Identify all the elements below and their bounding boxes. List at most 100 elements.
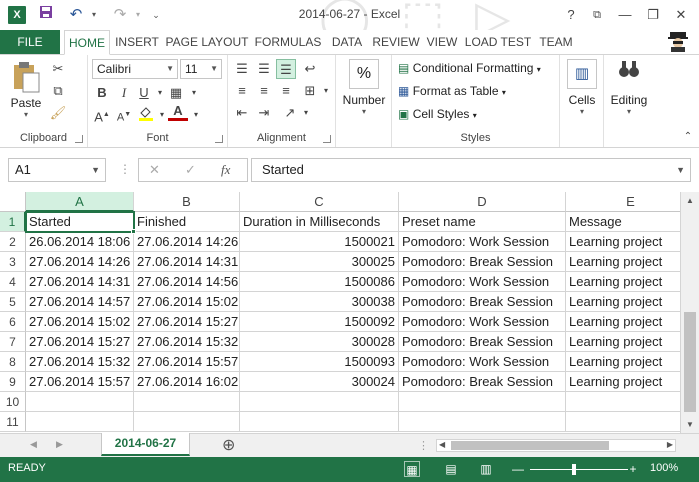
- decrease-font-icon[interactable]: A▼: [114, 105, 134, 125]
- font-launcher-icon[interactable]: [215, 135, 223, 143]
- cell-b8[interactable]: 27.06.2014 15:57: [134, 352, 240, 372]
- format-as-table-button[interactable]: ▦ Format as Table ▾: [398, 84, 506, 98]
- editing-button[interactable]: Editing ▾: [606, 59, 652, 116]
- alignment-launcher-icon[interactable]: [323, 135, 331, 143]
- wrap-text-icon[interactable]: ↩: [300, 59, 320, 79]
- increase-font-icon[interactable]: A▲: [92, 105, 112, 125]
- cell-d3[interactable]: Pomodoro: Break Session: [399, 252, 566, 272]
- tab-load-test[interactable]: LOAD TEST: [462, 30, 534, 54]
- column-header-a[interactable]: A: [26, 192, 134, 212]
- cell-e8[interactable]: Learning project: [566, 352, 680, 372]
- cell-a10[interactable]: [26, 392, 134, 412]
- maximize-button[interactable]: ❐: [642, 4, 664, 26]
- scroll-left-icon[interactable]: ◀: [439, 440, 445, 449]
- merge-dropdown-icon[interactable]: ▾: [316, 81, 336, 101]
- name-box[interactable]: A1 ▼: [8, 158, 106, 182]
- row-header[interactable]: 10: [0, 392, 26, 412]
- cell-a8[interactable]: 27.06.2014 15:32: [26, 352, 134, 372]
- cell-a1[interactable]: Started: [26, 212, 134, 232]
- cell-c2[interactable]: 1500021: [240, 232, 399, 252]
- normal-view-icon[interactable]: ▦: [404, 461, 420, 477]
- close-button[interactable]: ✕: [670, 4, 692, 26]
- cell-e7[interactable]: Learning project: [566, 332, 680, 352]
- zoom-level[interactable]: 100%: [650, 462, 678, 474]
- minimize-button[interactable]: —: [614, 4, 636, 26]
- cell-b6[interactable]: 27.06.2014 15:27: [134, 312, 240, 332]
- scroll-up-icon[interactable]: ▲: [686, 196, 694, 205]
- fill-handle[interactable]: [131, 229, 136, 234]
- vertical-scroll-thumb[interactable]: [684, 312, 696, 412]
- middle-align-icon[interactable]: ☰: [254, 59, 274, 79]
- font-color-icon[interactable]: A: [168, 103, 188, 121]
- cell-b5[interactable]: 27.06.2014 15:02: [134, 292, 240, 312]
- enter-icon[interactable]: ✓: [185, 162, 196, 178]
- italic-button[interactable]: I: [114, 83, 134, 103]
- cell-a2[interactable]: 26.06.2014 18:06: [26, 232, 134, 252]
- cell-b4[interactable]: 27.06.2014 14:56: [134, 272, 240, 292]
- cell-c11[interactable]: [240, 412, 399, 432]
- ribbon-display-options-icon[interactable]: ⧉: [586, 4, 608, 26]
- tab-home[interactable]: HOME: [64, 30, 110, 55]
- cancel-icon[interactable]: ✕: [149, 162, 160, 178]
- align-center-icon[interactable]: ≡: [254, 81, 274, 101]
- formula-input[interactable]: Started ▼: [251, 158, 691, 182]
- zoom-slider-knob[interactable]: [572, 464, 576, 475]
- row-header[interactable]: 11: [0, 412, 26, 432]
- column-header-e[interactable]: E: [566, 192, 680, 212]
- font-color-dropdown-icon[interactable]: ▾: [186, 105, 206, 125]
- cell-e6[interactable]: Learning project: [566, 312, 680, 332]
- tab-data[interactable]: DATA: [326, 30, 368, 54]
- cell-e1[interactable]: Message: [566, 212, 680, 232]
- bottom-align-icon[interactable]: ☰: [276, 59, 296, 79]
- orientation-dropdown-icon[interactable]: ▾: [296, 103, 316, 123]
- page-layout-view-icon[interactable]: ▤: [443, 461, 459, 477]
- cell-a9[interactable]: 27.06.2014 15:57: [26, 372, 134, 392]
- cell-b1[interactable]: Finished: [134, 212, 240, 232]
- cell-d8[interactable]: Pomodoro: Work Session: [399, 352, 566, 372]
- tab-splitter-icon[interactable]: ⋮: [418, 439, 429, 452]
- zoom-in-button[interactable]: +: [625, 461, 641, 477]
- sheet-scroll-left-icon[interactable]: ◀: [30, 439, 37, 450]
- cell-c4[interactable]: 1500086: [240, 272, 399, 292]
- align-left-icon[interactable]: ≡: [232, 81, 252, 101]
- cell-styles-button[interactable]: ▣ Cell Styles ▾: [398, 107, 477, 121]
- collapse-ribbon-icon[interactable]: ⌃: [678, 127, 698, 147]
- cell-e5[interactable]: Learning project: [566, 292, 680, 312]
- cell-d6[interactable]: Pomodoro: Work Session: [399, 312, 566, 332]
- cell-c1[interactable]: Duration in Milliseconds: [240, 212, 399, 232]
- scroll-down-icon[interactable]: ▼: [686, 420, 694, 429]
- clipboard-launcher-icon[interactable]: [75, 135, 83, 143]
- row-header[interactable]: 1: [0, 212, 26, 232]
- cell-a6[interactable]: 27.06.2014 15:02: [26, 312, 134, 332]
- cell-b9[interactable]: 27.06.2014 16:02: [134, 372, 240, 392]
- tab-insert[interactable]: INSERT: [112, 30, 162, 54]
- row-header[interactable]: 8: [0, 352, 26, 372]
- cell-d7[interactable]: Pomodoro: Break Session: [399, 332, 566, 352]
- borders-icon[interactable]: ▦: [166, 83, 186, 103]
- cell-d2[interactable]: Pomodoro: Work Session: [399, 232, 566, 252]
- row-header[interactable]: 6: [0, 312, 26, 332]
- cell-d10[interactable]: [399, 392, 566, 412]
- scroll-right-icon[interactable]: ▶: [667, 440, 673, 449]
- cell-b7[interactable]: 27.06.2014 15:32: [134, 332, 240, 352]
- cell-c10[interactable]: [240, 392, 399, 412]
- cell-e11[interactable]: [566, 412, 680, 432]
- row-header[interactable]: 5: [0, 292, 26, 312]
- cell-a3[interactable]: 27.06.2014 14:26: [26, 252, 134, 272]
- font-size-select[interactable]: 11 ▼: [180, 59, 222, 79]
- horizontal-scrollbar[interactable]: ◀ ▶: [436, 439, 676, 452]
- cell-c5[interactable]: 300038: [240, 292, 399, 312]
- user-avatar[interactable]: [667, 30, 689, 52]
- cell-e4[interactable]: Learning project: [566, 272, 680, 292]
- page-break-view-icon[interactable]: ▥: [478, 461, 494, 477]
- cell-c6[interactable]: 1500092: [240, 312, 399, 332]
- cell-b11[interactable]: [134, 412, 240, 432]
- cell-d1[interactable]: Preset name: [399, 212, 566, 232]
- cell-e9[interactable]: Learning project: [566, 372, 680, 392]
- tab-formulas[interactable]: FORMULAS: [252, 30, 324, 54]
- tab-page-layout[interactable]: PAGE LAYOUT: [164, 30, 250, 54]
- row-header[interactable]: 2: [0, 232, 26, 252]
- format-painter-icon[interactable]: 🖌: [48, 103, 68, 123]
- cell-d9[interactable]: Pomodoro: Break Session: [399, 372, 566, 392]
- bold-button[interactable]: B: [92, 83, 112, 103]
